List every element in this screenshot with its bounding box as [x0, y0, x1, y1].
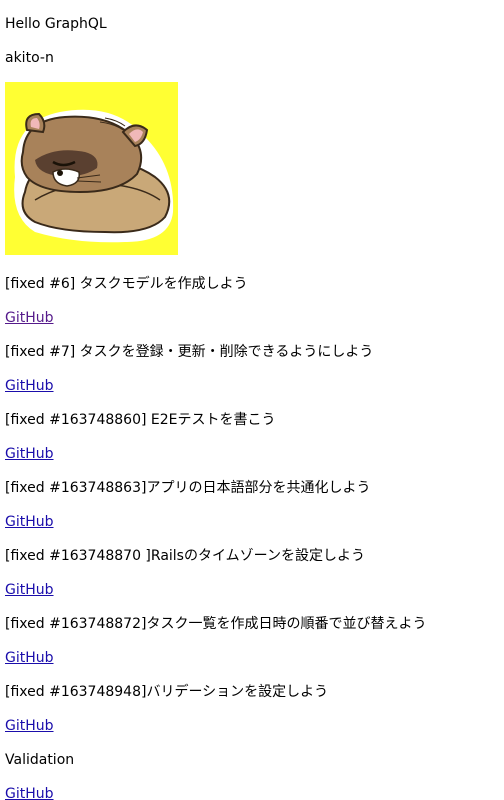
github-link[interactable]: GitHub [5, 378, 54, 394]
task-title: [fixed #163748872]タスク一覧を作成日時の順番で並び替えよう [5, 616, 427, 632]
github-link[interactable]: GitHub [5, 446, 54, 462]
task-title: [fixed #163748863]アプリの日本語部分を共通化しよう [5, 480, 371, 496]
github-link[interactable]: GitHub [5, 582, 54, 598]
ferret-icon [5, 82, 178, 255]
avatar [5, 82, 178, 255]
task-title: [fixed #163748948]バリデーションを設定しよう [5, 684, 329, 700]
github-link[interactable]: GitHub [5, 514, 54, 530]
task-title: Validation [5, 752, 75, 768]
task-title: [fixed #163748870 ]Railsのタイムゾーンを設定しよう [5, 548, 365, 564]
task-title: [fixed #7] タスクを登録・更新・削除できるようにしよう [5, 344, 374, 360]
github-link[interactable]: GitHub [5, 650, 54, 666]
task-title: [fixed #6] タスクモデルを作成しよう [5, 276, 248, 292]
github-link[interactable]: GitHub [5, 718, 54, 734]
page-title: Hello GraphQL [5, 16, 107, 32]
task-title: [fixed #163748860] E2Eテストを書こう [5, 412, 276, 428]
username: akito-n [5, 50, 54, 66]
github-link[interactable]: GitHub [5, 786, 54, 800]
github-link[interactable]: GitHub [5, 310, 54, 326]
page: Hello GraphQL akito-n [fixed #6] タスクモデルを… [0, 0, 504, 800]
